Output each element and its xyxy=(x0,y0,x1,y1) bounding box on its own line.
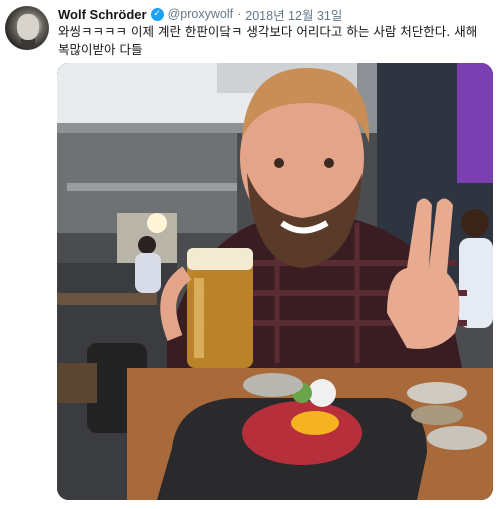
user-handle[interactable]: @proxywolf xyxy=(168,7,234,21)
tweet-text: 와씽ㅋㅋㅋㅋ 이제 계란 한판이닼ㅋ 생각보다 어리다고 하는 사람 처단한다.… xyxy=(58,24,478,57)
display-name[interactable]: Wolf Schröder xyxy=(58,7,147,22)
avatar[interactable] xyxy=(5,6,49,50)
photo-illustration xyxy=(57,63,493,500)
tweet[interactable]: Wolf Schröder ✓ @proxywolf · 2018년 12월 3… xyxy=(0,0,500,509)
separator-dot: · xyxy=(237,7,242,21)
tweet-photo[interactable] xyxy=(57,63,493,500)
verified-check-icon: ✓ xyxy=(150,7,164,21)
tweet-date[interactable]: 2018년 12월 31일 xyxy=(245,5,342,24)
tweet-header: Wolf Schröder ✓ @proxywolf · 2018년 12월 3… xyxy=(58,5,342,23)
